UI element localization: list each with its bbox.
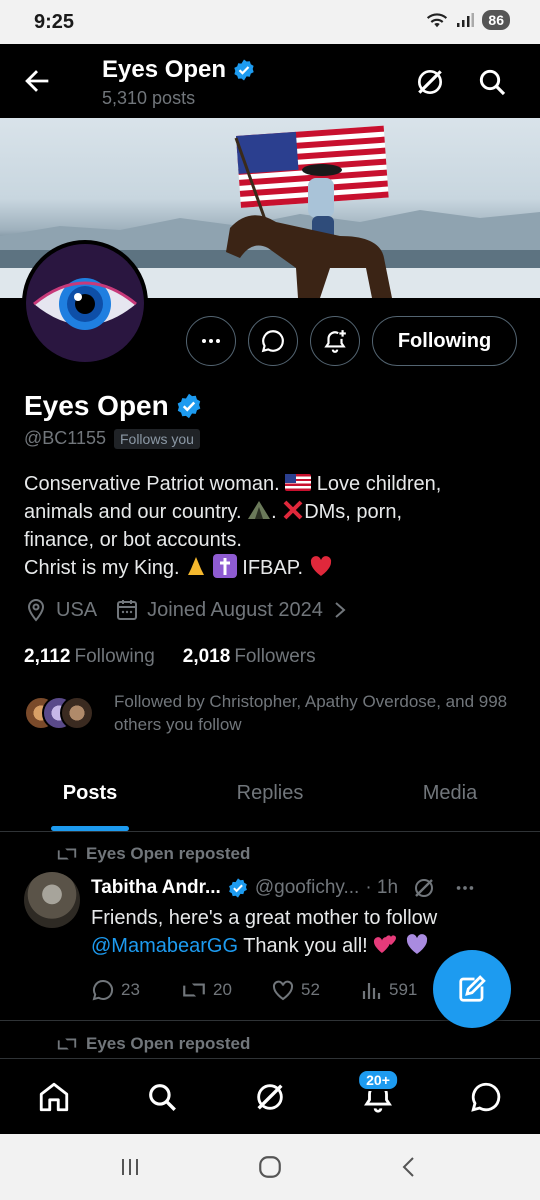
back-arrow-icon[interactable]: [20, 64, 54, 98]
compose-post-button[interactable]: [433, 950, 511, 1028]
mutual-avatar: [60, 696, 94, 730]
system-navigation-bar: [0, 1134, 540, 1200]
followed-by-row[interactable]: Followed by Christopher, Apathy Overdose…: [24, 690, 524, 736]
message-bubble-icon: [471, 1082, 501, 1112]
nav-grok[interactable]: [240, 1067, 300, 1127]
following-count-link[interactable]: 2,112 Following: [24, 646, 155, 668]
post-count: 5,310 posts: [102, 88, 196, 108]
search-icon: [149, 1083, 176, 1111]
following-button[interactable]: Following: [372, 316, 517, 366]
bottom-navigation: 20+: [0, 1058, 540, 1134]
notifications-subscribe-button[interactable]: [310, 316, 360, 366]
more-dots-icon: [202, 339, 220, 343]
more-options-button[interactable]: [186, 316, 236, 366]
verified-badge-icon[interactable]: [175, 392, 203, 420]
post-header: Tabitha Andr... @goofichy... · 1h: [91, 876, 476, 900]
repost-indicator: Eyes Open reposted: [56, 1034, 250, 1054]
two-hearts-icon: [374, 935, 397, 953]
purple-heart-icon: [406, 934, 427, 954]
post-author-handle: @goofichy...: [254, 877, 360, 898]
signal-icon: [457, 13, 475, 27]
repost-action[interactable]: 20: [181, 978, 271, 1002]
post-text: Friends, here's a great mother to follow…: [91, 907, 438, 957]
post-author-avatar[interactable]: [24, 872, 80, 928]
profile-header: Eyes Open 5,310 posts: [0, 44, 540, 118]
followers-count-link[interactable]: 2,018 Followers: [183, 646, 316, 668]
repost-indicator: Eyes Open reposted: [56, 844, 250, 864]
battery-indicator: 86: [482, 10, 510, 30]
notifications-badge: 20+: [357, 1068, 399, 1091]
repost-icon: [57, 1037, 77, 1051]
handle-row: @BC1155 Follows you: [24, 428, 200, 449]
message-bubble-icon: [261, 330, 284, 353]
post-author-name[interactable]: Tabitha Andr...: [91, 877, 221, 899]
profile-avatar[interactable]: [22, 240, 148, 366]
followed-by-text: Followed by Christopher, Apathy Overdose…: [114, 692, 508, 734]
post-more-icon[interactable]: [454, 877, 476, 899]
mention-link[interactable]: @MamabearGG: [91, 935, 238, 957]
profile-name: Eyes Open: [24, 390, 203, 422]
compose-pen-icon: [459, 975, 486, 1002]
followed-by-avatars: [24, 696, 94, 730]
post-time: · 1h: [365, 877, 399, 898]
tent-emoji-icon: [248, 501, 271, 519]
calendar-icon: [117, 600, 138, 620]
profile-bio: Conservative Patriot woman. Love childre…: [24, 473, 442, 579]
repost-icon: [57, 847, 77, 861]
us-flag-emoji: [285, 474, 312, 491]
wifi-icon: [427, 13, 448, 28]
nav-messages[interactable]: [456, 1067, 516, 1127]
chevron-right-icon[interactable]: [331, 599, 349, 621]
grok-icon[interactable]: [414, 66, 446, 98]
home-icon: [39, 1082, 69, 1111]
profile-tabs: Posts Replies Media: [0, 762, 540, 832]
status-bar: 9:25 86: [0, 0, 540, 44]
tab-media[interactable]: Media: [360, 762, 540, 831]
eye-avatar-image: [26, 244, 144, 362]
tab-posts[interactable]: Posts: [0, 762, 180, 831]
profile-location: USA: [56, 598, 98, 621]
like-action[interactable]: 52: [271, 978, 361, 1002]
bell-plus-icon: [324, 330, 346, 353]
back-chevron-icon[interactable]: [398, 1155, 422, 1179]
nav-home[interactable]: [24, 1067, 84, 1127]
status-time: 9:25: [34, 11, 75, 33]
recent-apps-icon[interactable]: [118, 1155, 142, 1179]
profile-joined-date[interactable]: Joined August 2024: [147, 599, 323, 622]
header-title: Eyes Open: [102, 56, 256, 84]
follows-you-badge: Follows you: [113, 428, 200, 449]
message-button[interactable]: [248, 316, 298, 366]
views-bar-icon: [362, 983, 381, 999]
repost-icon: [183, 982, 205, 998]
tab-replies[interactable]: Replies: [180, 762, 360, 831]
grok-icon[interactable]: [412, 876, 436, 900]
post-actions: 23 20 52 591: [91, 978, 451, 1002]
praying-hands-icon: [188, 557, 205, 575]
profile-meta: USA Joined August 2024: [24, 598, 349, 622]
reply-action[interactable]: 23: [91, 978, 181, 1002]
cross-mark-icon: [283, 500, 303, 520]
home-circle-icon[interactable]: [257, 1154, 283, 1180]
verified-badge-icon: [234, 59, 254, 81]
grok-icon: [257, 1083, 283, 1110]
status-icons: 86: [426, 10, 510, 30]
heart-icon: [272, 980, 294, 1001]
nav-notifications[interactable]: 20+: [348, 1067, 408, 1127]
red-heart-icon: [310, 556, 331, 576]
search-icon[interactable]: [476, 66, 508, 98]
reply-icon: [92, 979, 114, 1001]
follow-counts: 2,112 Following 2,018 Followers: [24, 646, 316, 668]
location-pin-icon: [27, 598, 45, 622]
latin-cross-icon: [212, 554, 237, 578]
profile-handle: @BC1155: [24, 428, 106, 448]
verified-badge-icon: [228, 878, 247, 898]
nav-search[interactable]: [132, 1067, 192, 1127]
